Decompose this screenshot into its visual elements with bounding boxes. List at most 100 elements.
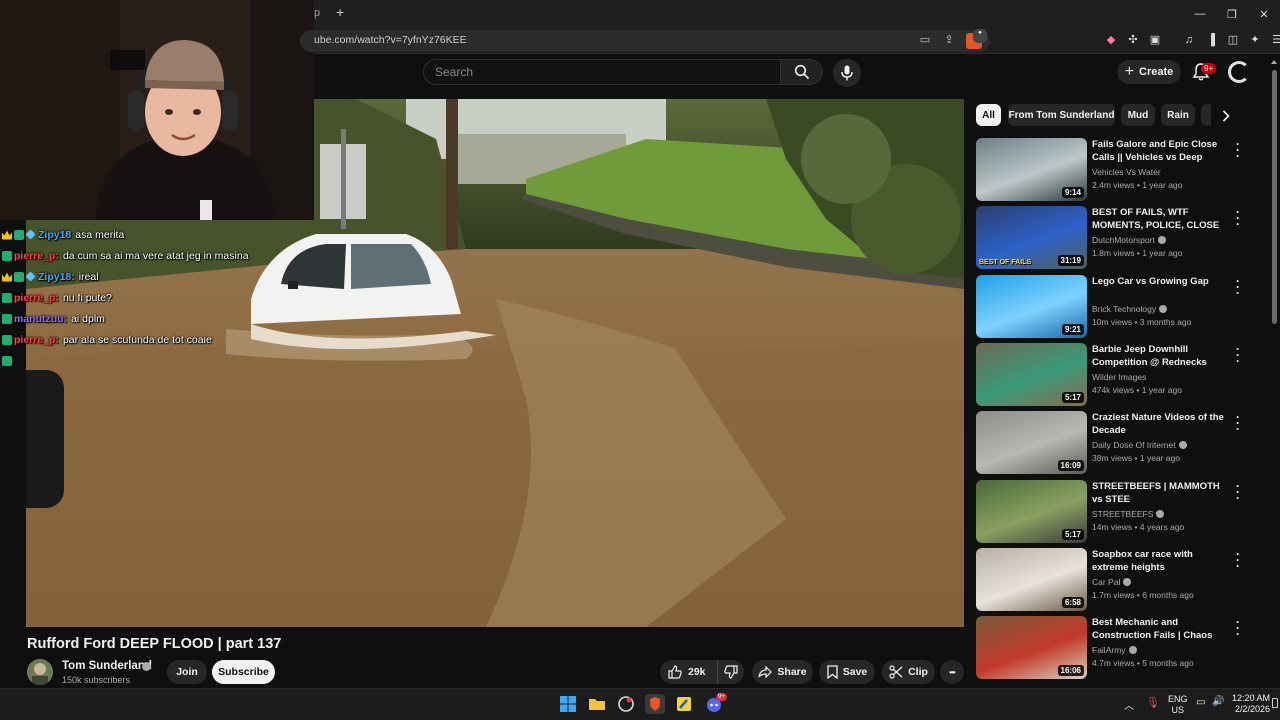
tray-overflow-chevron-icon[interactable]: ︿ bbox=[1124, 697, 1134, 712]
recommendation-thumbnail[interactable]: 16:09 bbox=[976, 411, 1087, 474]
editor-taskbar-button[interactable] bbox=[674, 694, 694, 714]
chip-all[interactable]: All bbox=[976, 104, 1001, 126]
address-bar[interactable]: ube.com/watch?v=7yfnYz76KEE ▭ ⇪ ● bbox=[300, 29, 990, 52]
account-avatar[interactable] bbox=[1228, 61, 1250, 83]
save-button[interactable]: Save bbox=[819, 660, 875, 684]
like-button[interactable]: 29k bbox=[660, 660, 718, 684]
recommendation-thumbnail[interactable]: 9:14 bbox=[976, 138, 1087, 201]
language-indicator[interactable]: ENG US bbox=[1168, 694, 1188, 716]
recommendation-channel[interactable]: FailArmy bbox=[1092, 645, 1137, 655]
create-label: Create bbox=[1139, 66, 1174, 78]
kebab-menu-icon[interactable]: · · · bbox=[1233, 206, 1243, 230]
minimize-button[interactable]: — bbox=[1184, 0, 1216, 28]
recommendation-thumbnail[interactable]: 5:17 bbox=[976, 343, 1087, 406]
recommendation-item[interactable]: 6:58 Soapbox car race with extreme height… bbox=[976, 548, 1266, 612]
restore-button[interactable]: ❐ bbox=[1216, 0, 1248, 28]
recommendation-title[interactable]: Lego Car vs Growing Gap bbox=[1092, 275, 1228, 288]
file-explorer-button[interactable] bbox=[587, 694, 607, 714]
recommendation-item[interactable]: 16:09 Craziest Nature Videos of the Decad… bbox=[976, 411, 1266, 475]
upload-age: 1 year ago bbox=[1141, 385, 1182, 395]
voice-search-button[interactable] bbox=[833, 59, 861, 87]
kebab-menu-icon[interactable]: · · · bbox=[1233, 411, 1243, 435]
leo-ai-icon[interactable]: ✦ bbox=[1248, 33, 1262, 47]
app-button-circle[interactable] bbox=[616, 694, 636, 714]
recommendation-thumbnail[interactable]: 16:06 bbox=[976, 616, 1087, 679]
recommendation-item[interactable]: 16:06 Best Mechanic and Construction Fail… bbox=[976, 616, 1266, 680]
channel-name[interactable]: Tom Sunderland bbox=[62, 660, 152, 672]
url-text[interactable]: ube.com/watch?v=7yfnYz76KEE bbox=[314, 34, 467, 46]
recommendation-thumbnail[interactable]: 5:17 bbox=[976, 480, 1087, 543]
chip-from-channel[interactable]: From Tom Sunderland bbox=[1008, 104, 1115, 126]
kebab-menu-icon[interactable]: · · · bbox=[1233, 138, 1243, 162]
recommendation-item[interactable]: 9:21 Lego Car vs Growing Gap Brick Technol… bbox=[976, 275, 1266, 339]
recommendation-item[interactable]: 5:17 STREETBEEFS | MAMMOTH vs STEE STREETB… bbox=[976, 480, 1266, 544]
recommendation-channel[interactable]: Vehicles Vs Water bbox=[1092, 167, 1161, 177]
recommendation-title[interactable]: BEST OF FAILS, WTF MOMENTS, POLICE, CLOS… bbox=[1092, 206, 1228, 233]
recommendation-channel[interactable]: STREETBEEFS bbox=[1092, 509, 1165, 519]
close-window-button[interactable]: ✕ bbox=[1248, 0, 1280, 28]
tray-microphone-icon[interactable]: 🎙 bbox=[1146, 696, 1160, 709]
scroll-up-arrow-icon[interactable] bbox=[1271, 60, 1277, 64]
channel-name-text: DutchMotorsport bbox=[1092, 235, 1155, 245]
share-button[interactable]: Share bbox=[752, 660, 813, 684]
search-input[interactable]: Search bbox=[423, 59, 781, 85]
new-tab-button[interactable]: + bbox=[336, 4, 344, 20]
more-actions-button[interactable]: ••• bbox=[940, 660, 964, 684]
kebab-menu-icon[interactable]: · · · bbox=[1233, 343, 1243, 367]
chip-rain[interactable]: Rain bbox=[1161, 104, 1195, 126]
network-icon[interactable]: ▭ bbox=[1196, 697, 1205, 708]
recommendation-channel[interactable]: Brick Technology bbox=[1092, 304, 1168, 314]
chat-message: Zipy18 asa merita bbox=[2, 224, 302, 245]
subscribe-button[interactable]: Subscribe bbox=[212, 660, 275, 684]
wallet-icon[interactable]: ◫ bbox=[1226, 33, 1240, 47]
share-page-icon[interactable]: ⇪ bbox=[942, 33, 956, 47]
recommendation-item[interactable]: BEST OF FAILS 31:19 BEST OF FAILS, WTF MOM… bbox=[976, 206, 1266, 270]
dislike-button[interactable] bbox=[718, 660, 744, 684]
scrollbar-thumb[interactable] bbox=[1272, 70, 1277, 324]
clip-label: Clip bbox=[908, 666, 928, 678]
kebab-menu-icon[interactable]: · · · bbox=[1233, 548, 1243, 572]
recommendation-title[interactable]: Best Mechanic and Construction Fails | C… bbox=[1092, 616, 1228, 643]
verified-check-icon bbox=[1123, 578, 1132, 586]
channel-avatar[interactable] bbox=[27, 659, 53, 685]
video-duration: 6:58 bbox=[1061, 597, 1084, 608]
puzzle-icon[interactable]: ✣ bbox=[1126, 33, 1140, 47]
cast-icon[interactable]: ▭ bbox=[918, 33, 932, 47]
recommendation-thumbnail[interactable]: BEST OF FAILS 31:19 bbox=[976, 206, 1087, 269]
recommendation-thumbnail[interactable]: 9:21 bbox=[976, 275, 1087, 338]
clip-button[interactable]: Clip bbox=[882, 660, 935, 684]
brave-shields-icon[interactable]: ● bbox=[966, 29, 987, 49]
extension-shield-icon[interactable]: ◆ bbox=[1104, 33, 1118, 47]
chip-mud[interactable]: Mud bbox=[1121, 104, 1155, 126]
start-button[interactable] bbox=[558, 694, 578, 714]
chips-next-button[interactable] bbox=[1215, 106, 1237, 126]
recommendation-title[interactable]: Barbie Jeep Downhill Competition @ Redne… bbox=[1092, 343, 1228, 370]
recommendation-channel[interactable]: Daily Dose Of Internet bbox=[1092, 440, 1187, 450]
sidebar-icon[interactable]: ▐ bbox=[1204, 33, 1218, 47]
recommendation-title[interactable]: Soapbox car race with extreme heights bbox=[1092, 548, 1228, 574]
create-button[interactable]: + Create bbox=[1117, 60, 1181, 84]
join-button[interactable]: Join bbox=[167, 660, 207, 684]
tab-capture-icon[interactable]: ▣ bbox=[1148, 33, 1162, 47]
browser-tab-fragment[interactable]: p bbox=[314, 7, 320, 19]
recommendation-item[interactable]: 5:17 Barbie Jeep Downhill Competition @ R… bbox=[976, 343, 1266, 407]
recommendation-channel[interactable]: DutchMotorsport bbox=[1092, 235, 1166, 245]
kebab-menu-icon[interactable]: · · · bbox=[1233, 616, 1243, 640]
clock[interactable]: 12:20 AM 2/2/2026 bbox=[1232, 693, 1270, 715]
recommendation-title[interactable]: Fails Galore and Epic Close Calls || Veh… bbox=[1092, 138, 1228, 165]
brave-taskbar-button[interactable] bbox=[645, 694, 665, 714]
recommendation-item[interactable]: 9:14 Fails Galore and Epic Close Calls ||… bbox=[976, 138, 1266, 202]
music-icon[interactable]: ♫ bbox=[1182, 33, 1196, 47]
kebab-menu-icon[interactable]: · · · bbox=[1233, 480, 1243, 504]
notification-center-icon[interactable] bbox=[1272, 698, 1278, 708]
chip-overflow[interactable] bbox=[1201, 104, 1211, 126]
recommendation-title[interactable]: Craziest Nature Videos of the Decade bbox=[1092, 411, 1228, 437]
recommendation-channel[interactable]: Car Pal bbox=[1092, 577, 1132, 587]
kebab-menu-icon[interactable]: · · · bbox=[1233, 275, 1243, 299]
volume-icon[interactable]: 🔊 bbox=[1212, 696, 1224, 707]
recommendation-thumbnail[interactable]: 6:58 bbox=[976, 548, 1087, 611]
recommendation-title[interactable]: STREETBEEFS | MAMMOTH vs STEE bbox=[1092, 480, 1228, 506]
menu-icon[interactable]: ☰ bbox=[1270, 33, 1280, 47]
search-button[interactable] bbox=[781, 59, 823, 85]
recommendation-channel[interactable]: Wilder Images bbox=[1092, 372, 1146, 382]
